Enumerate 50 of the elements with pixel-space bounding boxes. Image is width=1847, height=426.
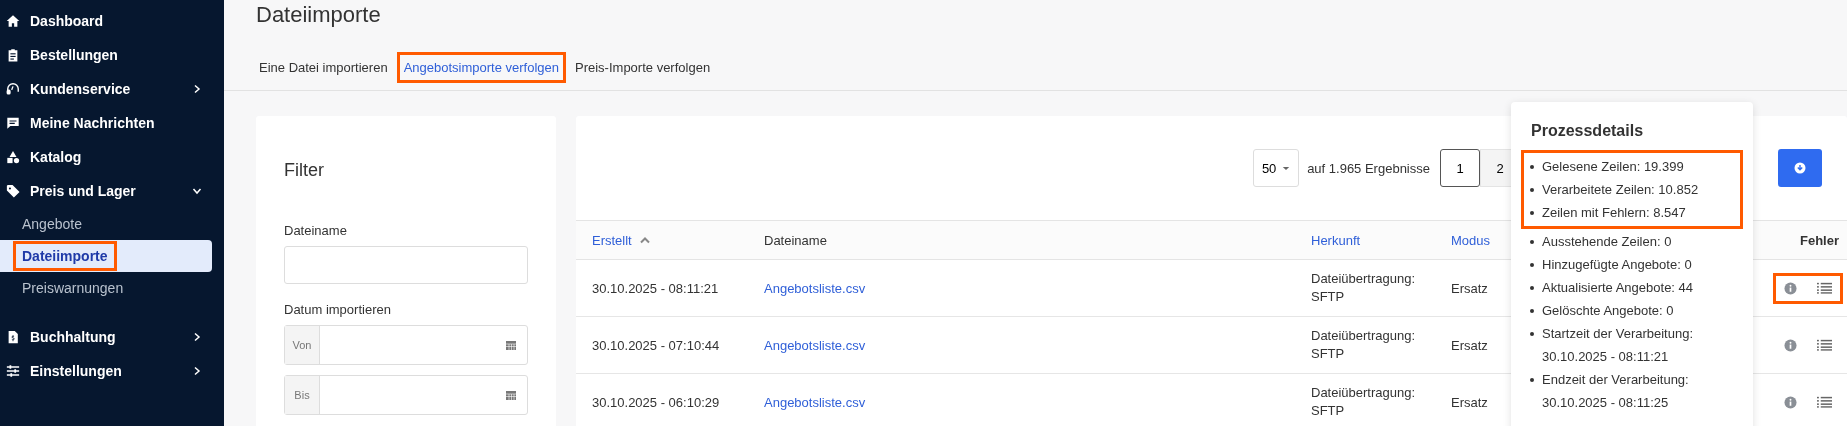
nav-subitem[interactable]: Dateiimporte [0,240,212,272]
results-count: auf 1.965 Ergebnisse [1307,160,1430,176]
column-header: Dateiname [764,232,828,248]
detail-item: Gelesene Zeilen: 19.399 [1530,155,1736,178]
nav-item[interactable]: Katalog [0,140,224,174]
table-cell: Ersatz [1451,337,1488,353]
nav-item[interactable]: Preis und Lager [0,174,224,208]
date-field[interactable]: Von [284,325,528,365]
popover-title: Prozessdetails [1531,122,1645,140]
column-header: Fehler [1799,232,1840,248]
page-size-select[interactable]: 50 [1253,149,1300,187]
nav-subitem[interactable]: Angebote [0,208,212,240]
nav-item[interactable]: Meine Nachrichten [0,106,224,140]
nav-item[interactable]: Dashboard [0,4,224,38]
table-cell: Ersatz [1451,280,1488,296]
table-cell: Ersatz [1451,394,1488,410]
nav-item[interactable]: Einstellungen [0,354,224,388]
detail-item: Verarbeitete Zeilen: 10.852 [1530,178,1736,201]
detail-item: Hinzugefügte Angebote: 0 [1530,253,1736,276]
detail-item: Aktualisierte Angebote: 44 [1530,276,1736,299]
table-cell: 30.10.2025 - 06:10:29 [592,394,720,410]
nav-item[interactable]: Bestellungen [0,38,224,72]
file-link[interactable]: Angebotsliste.csv [764,337,866,353]
column-header[interactable]: Erstellt [592,232,764,248]
tab[interactable]: Preis-Importe verfolgen [568,51,718,83]
nav-item[interactable]: Kundenservice [0,72,224,106]
filter-title: Filter [284,160,325,181]
page-title: Dateiimporte [256,1,382,29]
detail-item: Startzeit der Verarbeitung: 30.10.2025 - 08:11:21 [1530,322,1736,368]
table-cell-text: Dateiübertragung: SFTP [1311,269,1417,306]
page-button[interactable]: 1 [1440,149,1480,187]
table-cell-text: Dateiübertragung: SFTP [1311,383,1417,420]
field-label: Datum importieren [284,302,392,317]
file-link[interactable]: Angebotsliste.csv [764,280,866,296]
detail-item: Endzeit der Verarbeitung: 30.10.2025 - 08:11:25 [1530,368,1736,414]
tab[interactable]: Eine Datei importieren [252,51,395,83]
detail-item: Gelöschte Angebote: 0 [1530,299,1736,322]
tab[interactable]: Angebotsimporte verfolgen [396,51,566,83]
nav-subitem[interactable]: Preiswarnungen [0,272,212,304]
table-cell: 30.10.2025 - 08:11:21 [592,280,719,296]
field-label: Dateiname [284,223,348,238]
detail-item: Ausstehende Zeilen: 0 [1530,230,1736,253]
column-header[interactable]: Herkunft [1311,232,1451,248]
nav-item[interactable]: Buchhaltung [0,320,224,354]
table-cell: 30.10.2025 - 07:10:44 [592,337,720,353]
file-link[interactable]: Angebotsliste.csv [764,394,866,410]
column-header[interactable]: Modus [1451,232,1511,248]
table-cell-text: Dateiübertragung: SFTP [1311,326,1417,363]
detail-item: Zeilen mit Fehlern: 8.547 [1530,201,1736,224]
date-field[interactable]: Bis [284,375,528,415]
